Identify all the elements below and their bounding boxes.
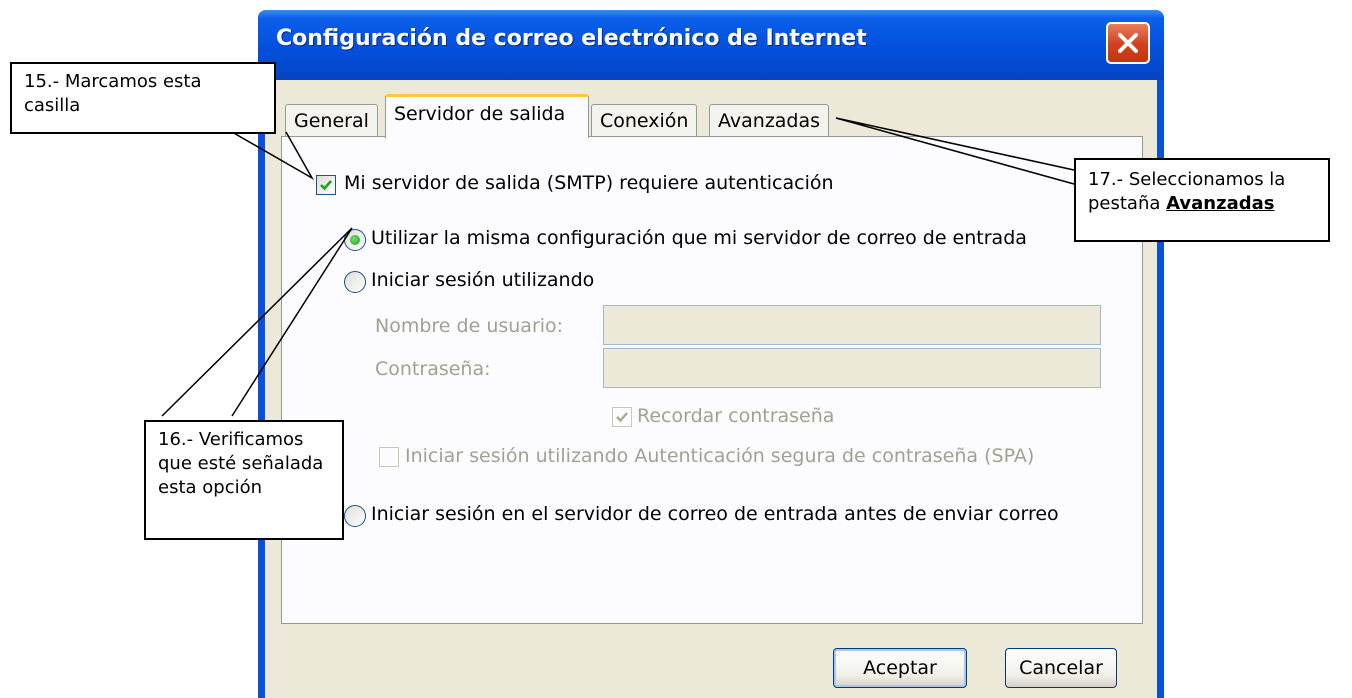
username-label: Nombre de usuario: bbox=[375, 315, 564, 337]
tab-servidor-de-salida[interactable]: Servidor de salida bbox=[385, 94, 589, 138]
title-bar[interactable]: Configuración de correo electrónico de I… bbox=[258, 10, 1164, 80]
smtp-auth-checkbox[interactable] bbox=[316, 175, 336, 195]
cancel-button[interactable]: Cancelar bbox=[1005, 648, 1117, 688]
close-button[interactable] bbox=[1106, 22, 1150, 64]
spa-checkbox[interactable] bbox=[379, 447, 399, 467]
ok-button[interactable]: Aceptar bbox=[833, 648, 967, 688]
tab-panel-servidor-de-salida: Mi servidor de salida (SMTP) requiere au… bbox=[281, 136, 1143, 624]
callout-15: 15.- Marcamos esta casilla bbox=[10, 62, 276, 134]
username-input[interactable] bbox=[603, 305, 1101, 345]
smtp-auth-label[interactable]: Mi servidor de salida (SMTP) requiere au… bbox=[344, 172, 834, 194]
password-input[interactable] bbox=[603, 348, 1101, 388]
callout-17: 17.- Seleccionamos la pestaña Avanzadas bbox=[1074, 158, 1330, 242]
radio-login-before-sending[interactable] bbox=[344, 505, 366, 527]
radio-same-config-label[interactable]: Utilizar la misma configuración que mi s… bbox=[371, 227, 1027, 249]
remember-password-label: Recordar contraseña bbox=[637, 405, 835, 427]
radio-login-using-label[interactable]: Iniciar sesión utilizando bbox=[371, 269, 594, 291]
remember-password-checkbox[interactable] bbox=[612, 407, 632, 427]
password-label: Contraseña: bbox=[375, 358, 491, 380]
callout-15-text: 15.- Marcamos esta casilla bbox=[24, 71, 202, 116]
radio-login-using[interactable] bbox=[344, 271, 366, 293]
radio-login-before-sending-label[interactable]: Iniciar sesión en el servidor de correo … bbox=[371, 503, 1059, 525]
tab-conexion[interactable]: Conexión bbox=[591, 104, 698, 140]
callout-16: 16.- Verificamos que esté señalada esta … bbox=[144, 420, 344, 540]
radio-selected-dot bbox=[350, 235, 360, 245]
callout-17-bold: Avanzadas bbox=[1166, 193, 1275, 214]
tab-avanzadas[interactable]: Avanzadas bbox=[709, 104, 830, 140]
dialog-client-area: General Servidor de salida Conexión Avan… bbox=[265, 80, 1157, 698]
radio-same-config[interactable] bbox=[344, 229, 366, 251]
spa-label: Iniciar sesión utilizando Autenticación … bbox=[405, 445, 1035, 467]
callout-16-text: 16.- Verificamos que esté señalada esta … bbox=[158, 429, 324, 498]
tab-general[interactable]: General bbox=[285, 104, 378, 140]
dialog-window: Configuración de correo electrónico de I… bbox=[258, 10, 1164, 698]
dialog-title: Configuración de correo electrónico de I… bbox=[276, 26, 867, 51]
